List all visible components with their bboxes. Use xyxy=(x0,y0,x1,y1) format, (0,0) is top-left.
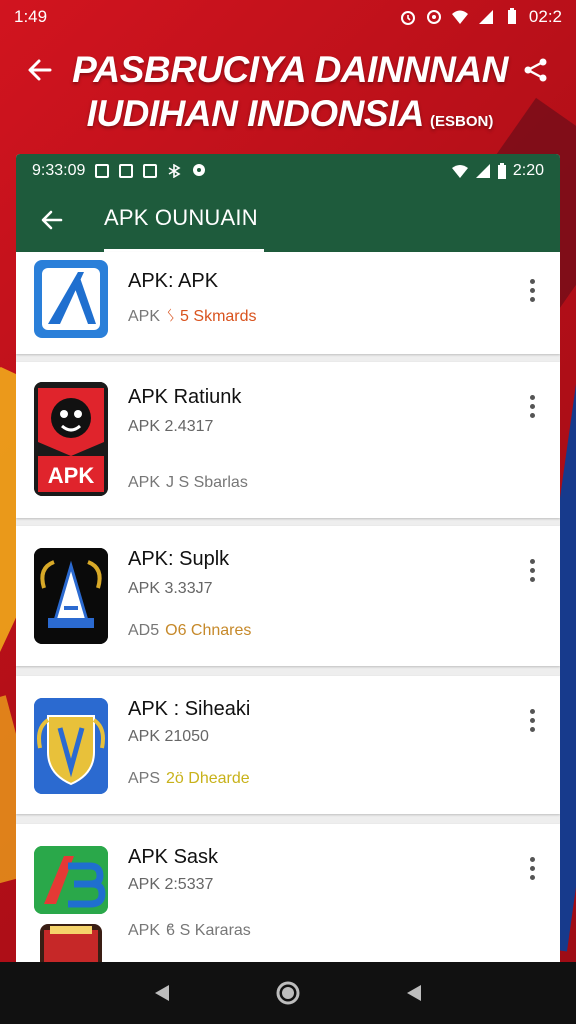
more-vert-icon[interactable] xyxy=(520,852,544,884)
nav-back-icon[interactable] xyxy=(151,982,173,1004)
bluetooth-icon xyxy=(168,164,181,178)
alarm-icon xyxy=(400,11,415,25)
title-line-2: IUDIHAN INDONSIA xyxy=(86,93,425,134)
list-item[interactable]: APK Sask APK 2:5337 APK ϐ S Kararas xyxy=(16,824,560,962)
more-vert-icon[interactable] xyxy=(520,390,544,422)
app-version: APK 3.33J7 xyxy=(128,580,213,597)
app-bar-title: APK OUNUAIN xyxy=(104,205,258,230)
inner-wifi-icon xyxy=(451,165,468,178)
inner-status-time: 9:33:09 xyxy=(32,162,86,179)
back-arrow-icon xyxy=(28,59,52,81)
app-version: APK 2.4317 xyxy=(128,418,214,435)
app-icon xyxy=(34,548,108,644)
app-meta: APK ϐ S Kararas xyxy=(128,922,251,939)
header: PASBRUCIYA DAINNNAN IUDIHAN INDONSIA (ESB… xyxy=(0,40,576,150)
share-button[interactable] xyxy=(518,52,554,88)
share-icon xyxy=(524,58,547,82)
more-vert-icon[interactable] xyxy=(520,704,544,736)
list-item[interactable]: APK: APK APK ᛊ 5 Skmards xyxy=(16,252,560,354)
signal-icon xyxy=(478,10,493,24)
inner-signal-icon xyxy=(475,164,490,178)
list-item[interactable]: APK APK Ratiunk APK 2.4317 APK J S Sbarla… xyxy=(16,362,560,518)
app-meta: APK J S Sbarlas xyxy=(128,474,248,491)
nav-recents-icon[interactable] xyxy=(403,982,425,1004)
inner-screen: 9:33:09 2:20 APK OUNUAIN APK: APK APKᛊ xyxy=(16,154,560,962)
app-icon-partial xyxy=(40,924,102,962)
app-meta: AD5 O6 Chnares xyxy=(128,622,252,639)
inner-back-button[interactable] xyxy=(34,202,70,238)
app-meta: APS 2ö Dhearde xyxy=(128,770,250,787)
app-name: APK Sask xyxy=(128,846,219,868)
app-version: APK 21050 xyxy=(128,728,209,745)
sync-icon xyxy=(426,10,441,24)
app-icon: APK xyxy=(34,382,108,496)
location-icon xyxy=(193,164,206,176)
battery-icon xyxy=(507,8,516,24)
mail-icon xyxy=(119,164,134,178)
app-meta: APK ᛊ 5 Skmards xyxy=(128,308,257,325)
more-vert-icon[interactable] xyxy=(520,274,544,306)
back-button[interactable] xyxy=(22,52,58,88)
app-icon xyxy=(34,846,108,914)
status-clock: 02:2 xyxy=(528,7,562,26)
app-name: APK Ratiunk xyxy=(128,386,242,408)
inner-status-bar: 9:33:09 2:20 xyxy=(16,154,560,188)
app-icon xyxy=(34,260,108,338)
list-item[interactable]: APK: Suplk APK 3.33J7 AD5 O6 Chnares xyxy=(16,526,560,666)
photo-icon xyxy=(143,164,158,178)
status-bar: 1:49 02:2 xyxy=(0,0,576,34)
app-name: APK: Suplk xyxy=(128,548,230,570)
list-item[interactable]: APK : Siheaki APK 21050 APS 2ö Dhearde xyxy=(16,676,560,814)
more-vert-icon[interactable] xyxy=(520,554,544,586)
notification-icon xyxy=(95,164,110,178)
inner-status-clock: 2:20 xyxy=(512,162,544,179)
page-title: PASBRUCIYA DAINNNAN IUDIHAN INDONSIA (ESB… xyxy=(70,48,510,144)
app-bar: APK OUNUAIN xyxy=(16,188,560,252)
status-time: 1:49 xyxy=(14,7,48,26)
nav-home-icon[interactable] xyxy=(275,980,301,1006)
inner-battery-icon xyxy=(497,163,506,179)
app-name: APK : Siheaki xyxy=(128,698,251,720)
title-tag: (ESBON) xyxy=(430,113,494,130)
navigation-bar xyxy=(0,962,576,1024)
wifi-icon xyxy=(451,10,468,24)
app-name: APK: APK xyxy=(128,270,219,292)
app-icon xyxy=(34,698,108,794)
app-version: APK 2:5337 xyxy=(128,876,214,893)
back-arrow-icon xyxy=(41,210,63,230)
svg-text:APK: APK xyxy=(48,463,95,488)
title-line-1: PASBRUCIYA DAINNNAN xyxy=(72,49,508,90)
